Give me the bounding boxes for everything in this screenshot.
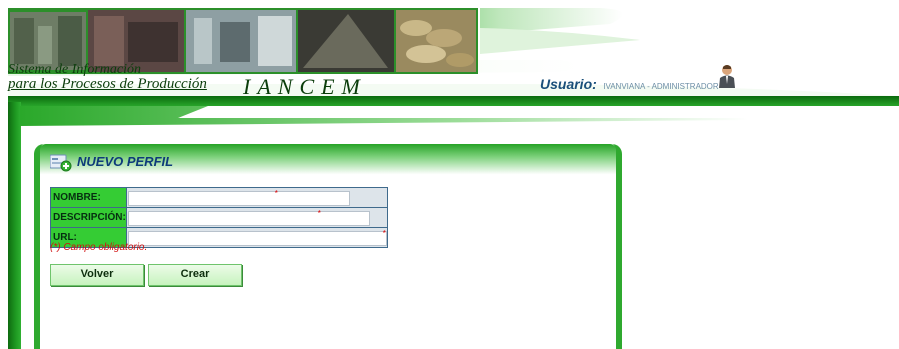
panel-title: NUEVO PERFIL: [77, 154, 174, 169]
descripcion-label: DESCRIPCIÓN:: [50, 207, 127, 228]
brand-line-2: para los Procesos de Producción: [8, 76, 207, 92]
profile-form-table: NOMBRE: * DESCRIPCIÓN: * URL: *: [50, 187, 388, 248]
url-input[interactable]: [127, 231, 387, 246]
brand-title: Sistema de Información para los Procesos…: [8, 62, 207, 92]
url-cell: *: [125, 227, 388, 248]
user-name: IVANVIANA - ADMINISTRADOR: [603, 82, 719, 91]
descripcion-cell: *: [125, 207, 388, 228]
url-required-marker: *: [382, 229, 386, 238]
new-profile-form-icon: [50, 154, 72, 172]
left-frame-bar: [8, 102, 21, 349]
brand-line-1: Sistema de Información: [8, 62, 141, 77]
back-button[interactable]: Volver: [50, 264, 144, 286]
nombre-input[interactable]: [127, 191, 350, 206]
user-info: Usuario: IVANVIANA - ADMINISTRADOR: [540, 76, 719, 94]
create-button[interactable]: Crear: [148, 264, 242, 286]
user-label: Usuario:: [540, 76, 597, 92]
required-fields-note: (*) Campo obligatorio.: [50, 242, 148, 253]
descripcion-input[interactable]: [127, 211, 370, 226]
nombre-cell: *: [125, 187, 388, 208]
form-row-nombre: NOMBRE: *: [50, 187, 388, 208]
form-row-descripcion: DESCRIPCIÓN: *: [50, 207, 388, 228]
nombre-label: NOMBRE:: [50, 187, 127, 208]
header: Sistema de Información para los Procesos…: [0, 0, 899, 102]
user-person-icon: [719, 65, 735, 88]
descripcion-required-marker: *: [317, 209, 321, 218]
new-profile-panel: NUEVO PERFIL NOMBRE: * DESCRIPCIÓN: * UR…: [34, 144, 622, 349]
nombre-required-marker: *: [274, 189, 278, 198]
content-swoosh: [20, 106, 748, 126]
